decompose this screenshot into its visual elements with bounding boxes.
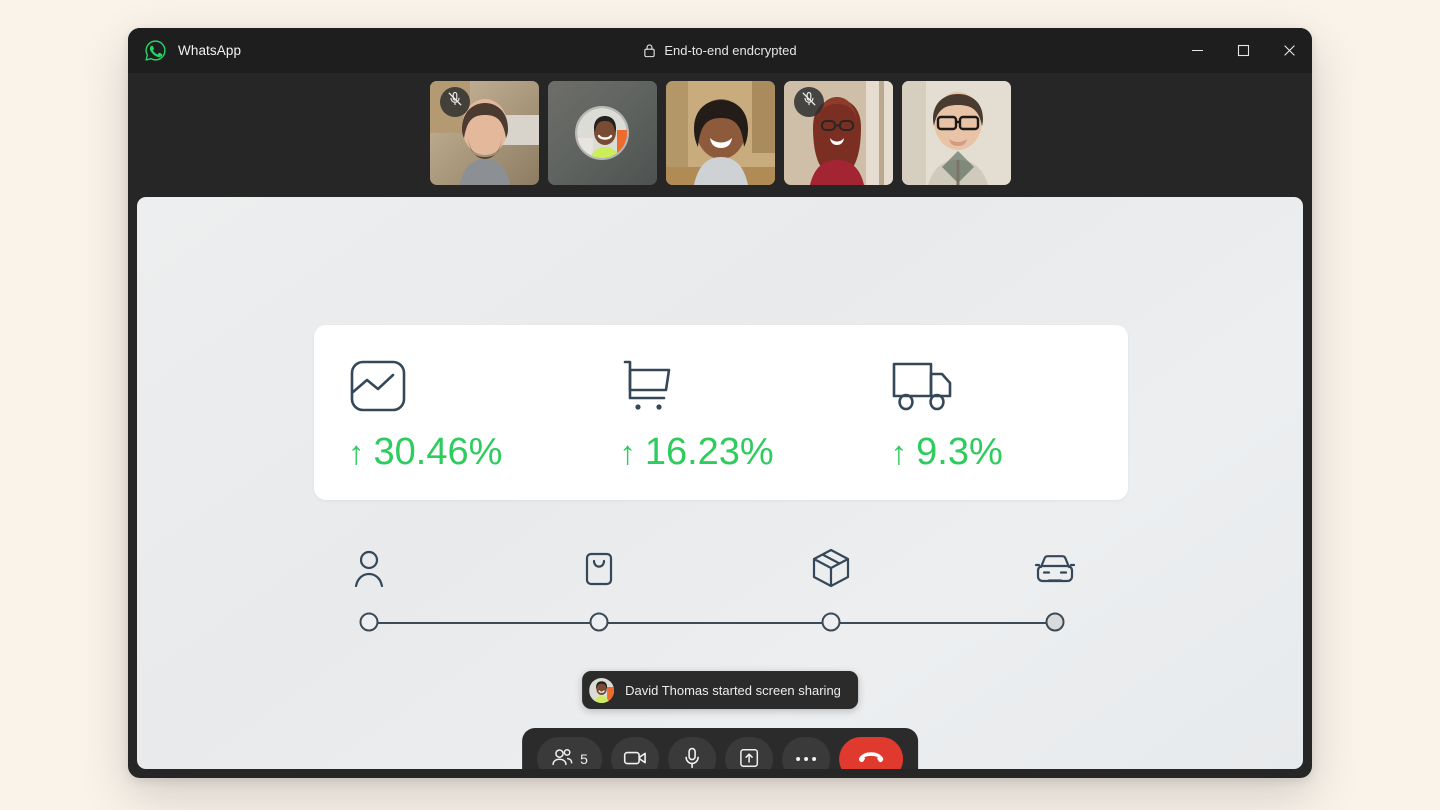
metrics-card: ↑ 30.46% ↑ 16.23% ↑ 9.3% xyxy=(314,325,1128,500)
share-screen-button[interactable] xyxy=(724,737,773,770)
stepper-track xyxy=(369,622,1055,624)
avatar xyxy=(589,677,615,703)
participant-tile-2[interactable] xyxy=(547,80,657,185)
mute-badge-4 xyxy=(793,86,824,117)
mic-off-icon xyxy=(801,91,817,112)
car-icon xyxy=(1034,553,1076,585)
whatsapp-logo-icon xyxy=(144,39,167,62)
mute-badge-1 xyxy=(439,86,470,117)
maximize-icon xyxy=(1237,44,1250,57)
mic-off-icon xyxy=(447,91,463,112)
participant-video-3 xyxy=(665,80,775,185)
metric-cart: ↑ 16.23% xyxy=(585,355,856,471)
shopping-cart-icon xyxy=(619,355,679,417)
microphone-icon xyxy=(683,747,701,770)
lock-icon xyxy=(643,43,656,58)
shared-screen: ↑ 30.46% ↑ 16.23% ↑ 9.3% David Thomas st… xyxy=(137,197,1303,769)
metric-delivery: ↑ 9.3% xyxy=(857,355,1128,471)
more-options-icon xyxy=(795,757,816,761)
participant-tile-5[interactable] xyxy=(901,80,1011,185)
participant-tile-4[interactable] xyxy=(783,80,893,185)
participant-tile-3[interactable] xyxy=(665,80,775,185)
metric-value-container: ↑ 9.3% xyxy=(891,433,1003,471)
trend-up-arrow-icon: ↑ xyxy=(348,433,365,471)
metric-value-container: ↑ 16.23% xyxy=(619,433,773,471)
metric-value: 30.46% xyxy=(373,430,503,473)
avatar xyxy=(575,105,629,160)
encryption-indicator: End-to-end endcrypted xyxy=(128,28,1312,73)
metric-impressions: ↑ 30.46% xyxy=(314,355,585,471)
metric-value: 16.23% xyxy=(644,430,774,473)
video-camera-icon xyxy=(623,749,647,770)
maximize-button[interactable] xyxy=(1220,28,1266,73)
metric-value: 9.3% xyxy=(916,430,1003,473)
screen-share-toast: David Thomas started screen sharing xyxy=(582,671,858,709)
step-dot-4[interactable] xyxy=(1045,612,1065,632)
camera-button[interactable] xyxy=(610,737,659,770)
shopping-bag-icon xyxy=(583,549,615,587)
minimize-icon xyxy=(1191,44,1204,57)
microphone-button[interactable] xyxy=(667,737,716,770)
minimize-button[interactable] xyxy=(1174,28,1220,73)
participant-video-5 xyxy=(901,80,1011,185)
share-screen-icon xyxy=(739,748,759,770)
call-controls-bar: 5 xyxy=(522,728,918,769)
close-button[interactable] xyxy=(1266,28,1312,73)
participants-button[interactable]: 5 xyxy=(537,737,602,769)
participant-strip xyxy=(128,73,1312,192)
stepper-icons xyxy=(352,545,1076,593)
whatsapp-call-window: WhatsApp End-to-end endcrypted ↑ 30.46% … xyxy=(128,28,1312,778)
step-dot-1[interactable] xyxy=(359,612,379,632)
people-icon xyxy=(551,748,573,769)
person-icon xyxy=(352,549,386,587)
toast-message: David Thomas started screen sharing xyxy=(625,682,841,698)
titlebar: WhatsApp End-to-end endcrypted xyxy=(128,28,1312,73)
encryption-label: End-to-end endcrypted xyxy=(664,43,797,58)
trend-up-arrow-icon: ↑ xyxy=(890,433,908,471)
metric-value-container: ↑ 30.46% xyxy=(348,433,502,471)
trend-up-arrow-icon: ↑ xyxy=(619,433,636,471)
close-icon xyxy=(1283,44,1296,57)
chart-image-icon xyxy=(348,355,408,417)
participant-tile-1[interactable] xyxy=(429,80,539,185)
window-controls xyxy=(1174,28,1312,73)
participants-count: 5 xyxy=(580,751,588,767)
app-title: WhatsApp xyxy=(178,43,242,58)
titlebar-left: WhatsApp xyxy=(128,39,241,62)
delivery-truck-icon xyxy=(891,355,957,417)
order-progress-stepper xyxy=(352,545,1076,640)
screen: WhatsApp End-to-end endcrypted ↑ 30.46% … xyxy=(0,0,1440,810)
end-call-button[interactable] xyxy=(838,737,903,769)
step-dot-2[interactable] xyxy=(589,612,609,632)
more-options-button[interactable] xyxy=(781,737,830,769)
step-dot-3[interactable] xyxy=(821,612,841,632)
package-box-icon xyxy=(810,547,852,589)
end-call-icon xyxy=(857,750,885,769)
